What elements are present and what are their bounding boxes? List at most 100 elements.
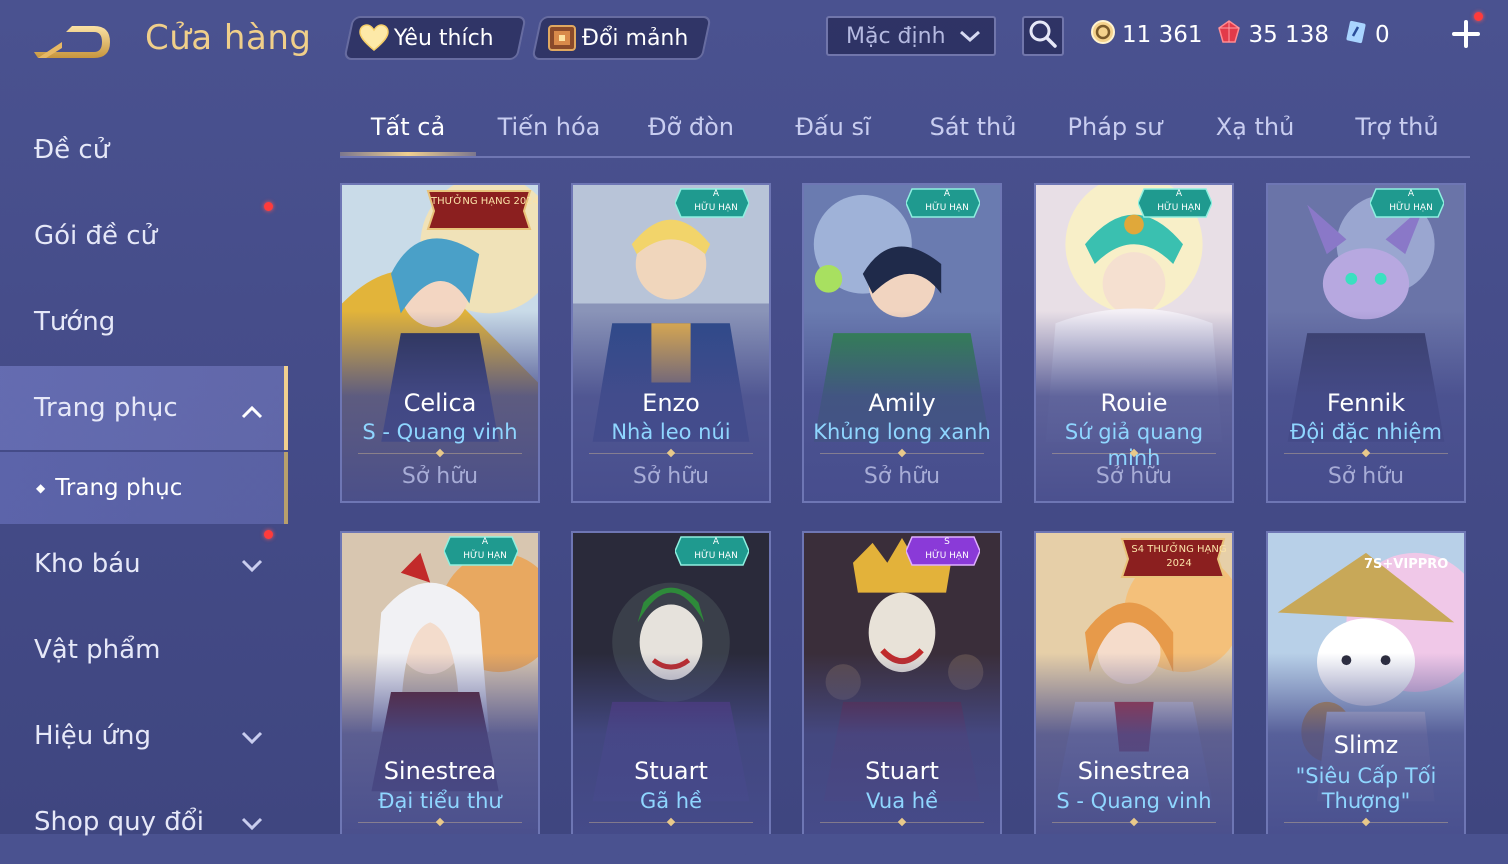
hero-name: Fennik — [1326, 389, 1406, 417]
skin-name: S - Quang vinh — [1056, 789, 1212, 813]
gold-balance: 11 361 — [1090, 19, 1202, 51]
tab-fighter[interactable]: Đấu sĩ — [770, 100, 896, 154]
notification-dot — [264, 530, 273, 539]
hero-name: Celica — [403, 389, 477, 417]
diamond-bullet-icon: ◆ — [36, 481, 46, 495]
tab-mage[interactable]: Pháp sư — [1052, 100, 1178, 154]
badge-tier: A — [712, 537, 720, 547]
badge-tier: A — [1175, 189, 1183, 199]
badge-tier: A — [943, 189, 951, 199]
skin-card[interactable]: THƯỞNG HẠNG 2024 Celica S - Quang vinh S… — [340, 183, 540, 503]
skin-card[interactable]: A HỮU HẠN Stuart Gã hề — [571, 531, 771, 834]
skin-card[interactable]: S4 THƯỞNG HẠNG 2024 Sinestrea S - Quang … — [1034, 531, 1234, 834]
chevron-down-icon — [240, 552, 264, 582]
sidebar-subitem-skins[interactable]: ◆ Trang phục — [0, 452, 288, 524]
sidebar-item-exchange-shop[interactable]: Shop quy đổi — [0, 780, 284, 864]
skin-card[interactable]: A HỮU HẠN Enzo Nhà leo núi Sở hữu — [571, 183, 771, 503]
treasure-chest-icon — [546, 22, 578, 54]
top-bar: Cửa hàng Yêu thích Đổi mảnh Mặc định 11 … — [0, 0, 1508, 80]
badge-tier: A — [481, 537, 489, 547]
card-divider — [358, 453, 522, 454]
search-icon — [1028, 19, 1058, 53]
hero-name: Stuart — [634, 757, 708, 785]
card-divider — [820, 822, 984, 823]
plus-icon — [1450, 20, 1482, 54]
chevron-down-icon — [240, 810, 264, 840]
tab-tank[interactable]: Đỡ đòn — [628, 100, 754, 154]
gold-coin-icon — [1090, 19, 1116, 51]
skin-card[interactable]: A HỮU HẠN Fennik Đội đặc nhiệm Sở hữu — [1266, 183, 1466, 503]
search-button[interactable] — [1022, 16, 1064, 56]
badge-tier: S — [944, 537, 950, 547]
skin-name: Nhà leo núi — [611, 420, 731, 444]
notification-dot — [1474, 12, 1483, 21]
sort-dropdown[interactable]: Mặc định — [826, 16, 996, 56]
hero-name: Enzo — [642, 389, 700, 417]
badge-label: HỮU HẠN — [694, 551, 738, 561]
sidebar-item-label: Tướng — [34, 307, 116, 337]
sidebar-item-heroes[interactable]: Tướng — [0, 280, 284, 364]
hero-name: Amily — [868, 389, 936, 417]
sidebar-item-items[interactable]: Vật phẩm — [0, 608, 284, 692]
owned-status: Sở hữu — [632, 464, 710, 489]
skin-card[interactable]: A HỮU HẠN Sinestrea Đại tiểu thư — [340, 531, 540, 834]
ruby-icon — [1216, 19, 1242, 51]
tab-evolution[interactable]: Tiến hóa — [484, 100, 614, 154]
badge-label: HỮU HẠN — [1157, 203, 1201, 213]
card-divider — [358, 822, 522, 823]
heart-icon — [358, 22, 390, 54]
voucher-icon — [1343, 19, 1369, 51]
sidebar-item-label: Vật phẩm — [34, 635, 161, 665]
card-divider — [820, 453, 984, 454]
sidebar-item-treasure[interactable]: Kho báu — [0, 522, 284, 606]
rank-reward-badge — [426, 190, 532, 230]
tab-assassin[interactable]: Sát thủ — [910, 100, 1036, 154]
chevron-down-icon — [958, 26, 982, 50]
ruby-balance: 35 138 — [1216, 19, 1329, 51]
card-divider — [1284, 453, 1448, 454]
card-divider — [1052, 453, 1216, 454]
add-currency-button[interactable] — [1450, 18, 1482, 50]
ruby-amount: 35 138 — [1248, 22, 1329, 48]
skin-card[interactable]: S HỮU HẠN Stuart Vua hề — [802, 531, 1002, 834]
chevron-down-icon — [240, 724, 264, 754]
owned-status: Sở hữu — [401, 464, 479, 489]
exchange-shards-label: Đổi mảnh — [582, 25, 689, 51]
tab-marksman[interactable]: Xạ thủ — [1192, 100, 1318, 154]
sidebar-item-label: Gói đề cử — [34, 221, 158, 251]
vip-badge: 7S+VIPPRO — [1364, 557, 1449, 572]
back-arrow-icon[interactable] — [32, 18, 116, 66]
skin-card[interactable]: A HỮU HẠN Amily Khủng long xanh Sở hữu — [802, 183, 1002, 503]
hero-name: Rouie — [1100, 389, 1168, 417]
tab-support[interactable]: Trợ thủ — [1334, 100, 1460, 154]
hero-name: Stuart — [865, 757, 939, 785]
hero-name: Slimz — [1333, 731, 1399, 759]
card-divider — [1284, 822, 1448, 823]
card-divider — [1052, 822, 1216, 823]
currency-bar: 11 361 35 138 0 — [1090, 16, 1472, 54]
badge-label: HỮU HẠN — [925, 203, 969, 213]
skin-name: Khủng long xanh — [813, 420, 991, 444]
active-tab-indicator — [340, 152, 476, 156]
exchange-shards-button[interactable]: Đổi mảnh — [531, 16, 712, 60]
sidebar-item-effects[interactable]: Hiệu ứng — [0, 694, 284, 778]
owned-status: Sở hữu — [863, 464, 941, 489]
skin-name-line-1: "Siêu Cấp Tối — [1295, 764, 1437, 788]
skin-card[interactable]: 7S+VIPPRO Slimz "Siêu Cấp Tối Thượng" — [1266, 531, 1466, 834]
skin-name: Đại tiểu thư — [378, 789, 502, 813]
sidebar-item-bundles[interactable]: Gói đề cử — [0, 194, 284, 278]
badge-label: HỮU HẠN — [925, 551, 969, 561]
sidebar-item-label: Shop quy đổi — [34, 807, 204, 837]
sidebar-item-label: Đề cử — [34, 135, 110, 165]
badge-label: HỮU HẠN — [1389, 203, 1433, 213]
skin-name-line-2: Thượng" — [1321, 789, 1411, 813]
sidebar-item-recommended[interactable]: Đề cử — [0, 108, 284, 192]
favorites-button[interactable]: Yêu thích — [343, 16, 527, 60]
skin-card[interactable]: A HỮU HẠN Rouie Sứ giả quang minh Sở hữu — [1034, 183, 1234, 503]
badge-label: HỮU HẠN — [694, 203, 738, 213]
sidebar-item-skins[interactable]: Trang phục — [0, 366, 288, 450]
tab-all[interactable]: Tất cả — [340, 100, 476, 154]
owned-status: Sở hữu — [1327, 464, 1405, 489]
page-title: Cửa hàng — [145, 18, 312, 58]
badge-label: HỮU HẠN — [463, 551, 507, 561]
